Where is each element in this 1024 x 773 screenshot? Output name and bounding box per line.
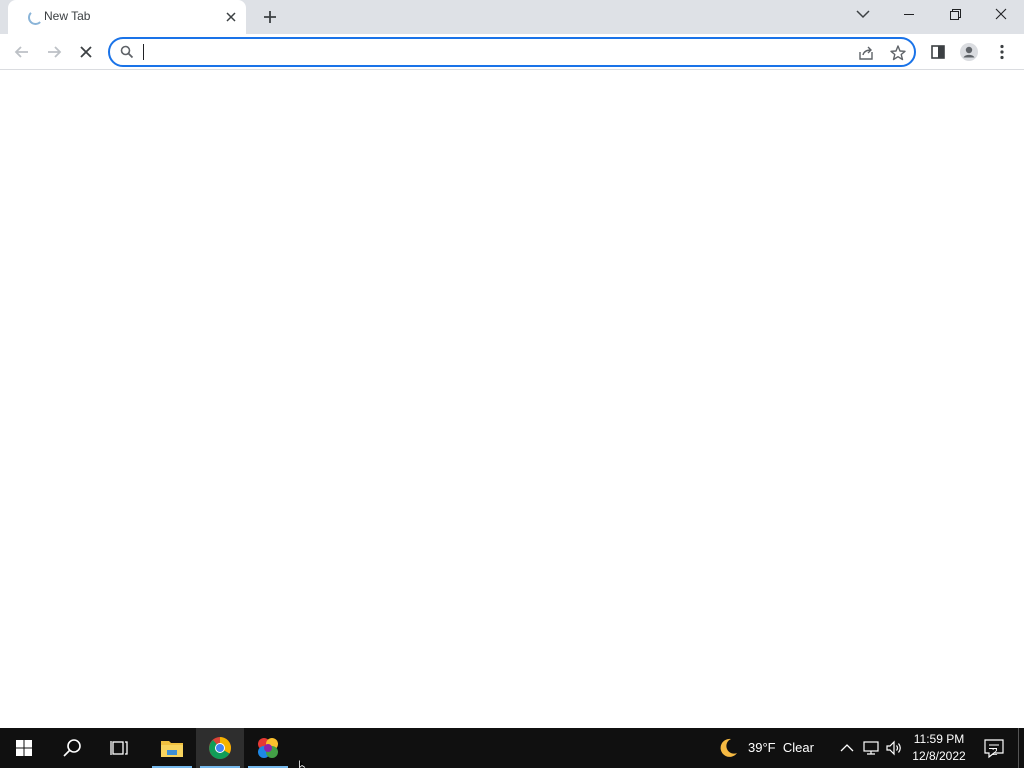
mouse-cursor-icon — [299, 760, 306, 768]
star-icon[interactable] — [888, 43, 908, 63]
windows-taskbar: 39°F Clear 11:59 PM 12/8/2022 2 — [0, 728, 1024, 768]
file-explorer-icon — [161, 741, 183, 757]
show-desktop-button[interactable] — [1018, 728, 1024, 768]
search-icon — [63, 739, 81, 757]
tab-title: New Tab — [44, 9, 91, 23]
side-panel-button[interactable] — [924, 38, 952, 66]
chrome-menu-button[interactable] — [988, 38, 1016, 66]
side-panel-icon — [931, 45, 945, 59]
plus-icon — [264, 11, 276, 23]
share-icon[interactable] — [856, 43, 876, 63]
loading-spinner-icon — [28, 10, 43, 25]
chevron-down-icon — [856, 10, 870, 19]
profile-button[interactable] — [955, 38, 983, 66]
system-clock[interactable]: 11:59 PM 12/8/2022 — [906, 731, 972, 765]
paint-icon — [258, 738, 278, 758]
tab-search-button[interactable] — [848, 0, 878, 30]
moon-icon[interactable] — [716, 736, 740, 760]
back-button[interactable] — [8, 38, 36, 66]
address-input[interactable] — [142, 41, 842, 63]
search-icon — [120, 45, 134, 59]
chrome-taskbar-button[interactable] — [196, 728, 244, 768]
volume-icon[interactable] — [884, 738, 904, 758]
weather-widget[interactable]: 39°F Clear — [748, 740, 814, 755]
windows-start-icon — [16, 740, 32, 756]
task-view-icon — [110, 741, 128, 755]
tab-new-tab[interactable]: New Tab — [8, 0, 246, 34]
text-caret — [143, 44, 144, 60]
task-view-button[interactable] — [96, 728, 144, 768]
weather-temperature: 39°F — [748, 740, 776, 755]
file-explorer-button[interactable] — [148, 728, 196, 768]
close-icon[interactable] — [222, 8, 240, 26]
stop-loading-button[interactable] — [72, 38, 100, 66]
address-bar[interactable] — [108, 37, 916, 67]
back-arrow-icon — [14, 46, 28, 58]
profile-icon — [960, 43, 978, 61]
stop-icon — [80, 46, 92, 58]
clock-time: 11:59 PM — [913, 732, 965, 746]
tab-strip: New Tab — [0, 0, 1024, 34]
close-icon — [995, 8, 1007, 20]
kebab-menu-icon — [1000, 44, 1004, 60]
notification-count-badge: 2 — [992, 747, 998, 758]
browser-toolbar — [0, 34, 1024, 70]
forward-arrow-icon — [48, 46, 62, 58]
chevron-up-icon — [840, 744, 854, 752]
minimize-button[interactable] — [886, 0, 932, 30]
forward-button[interactable] — [40, 38, 68, 66]
page-content — [0, 71, 1024, 728]
paint-taskbar-button[interactable] — [244, 728, 292, 768]
restore-button[interactable] — [932, 0, 978, 30]
new-tab-button[interactable] — [259, 6, 281, 28]
start-button[interactable] — [0, 728, 48, 768]
taskbar-search-button[interactable] — [48, 728, 96, 768]
network-icon[interactable] — [861, 738, 881, 758]
restore-icon — [950, 9, 961, 20]
weather-condition: Clear — [782, 740, 814, 755]
chrome-icon — [209, 737, 231, 759]
show-hidden-icons-button[interactable] — [837, 738, 857, 758]
close-window-button[interactable] — [978, 0, 1024, 30]
clock-date: 12/8/2022 — [912, 749, 966, 763]
